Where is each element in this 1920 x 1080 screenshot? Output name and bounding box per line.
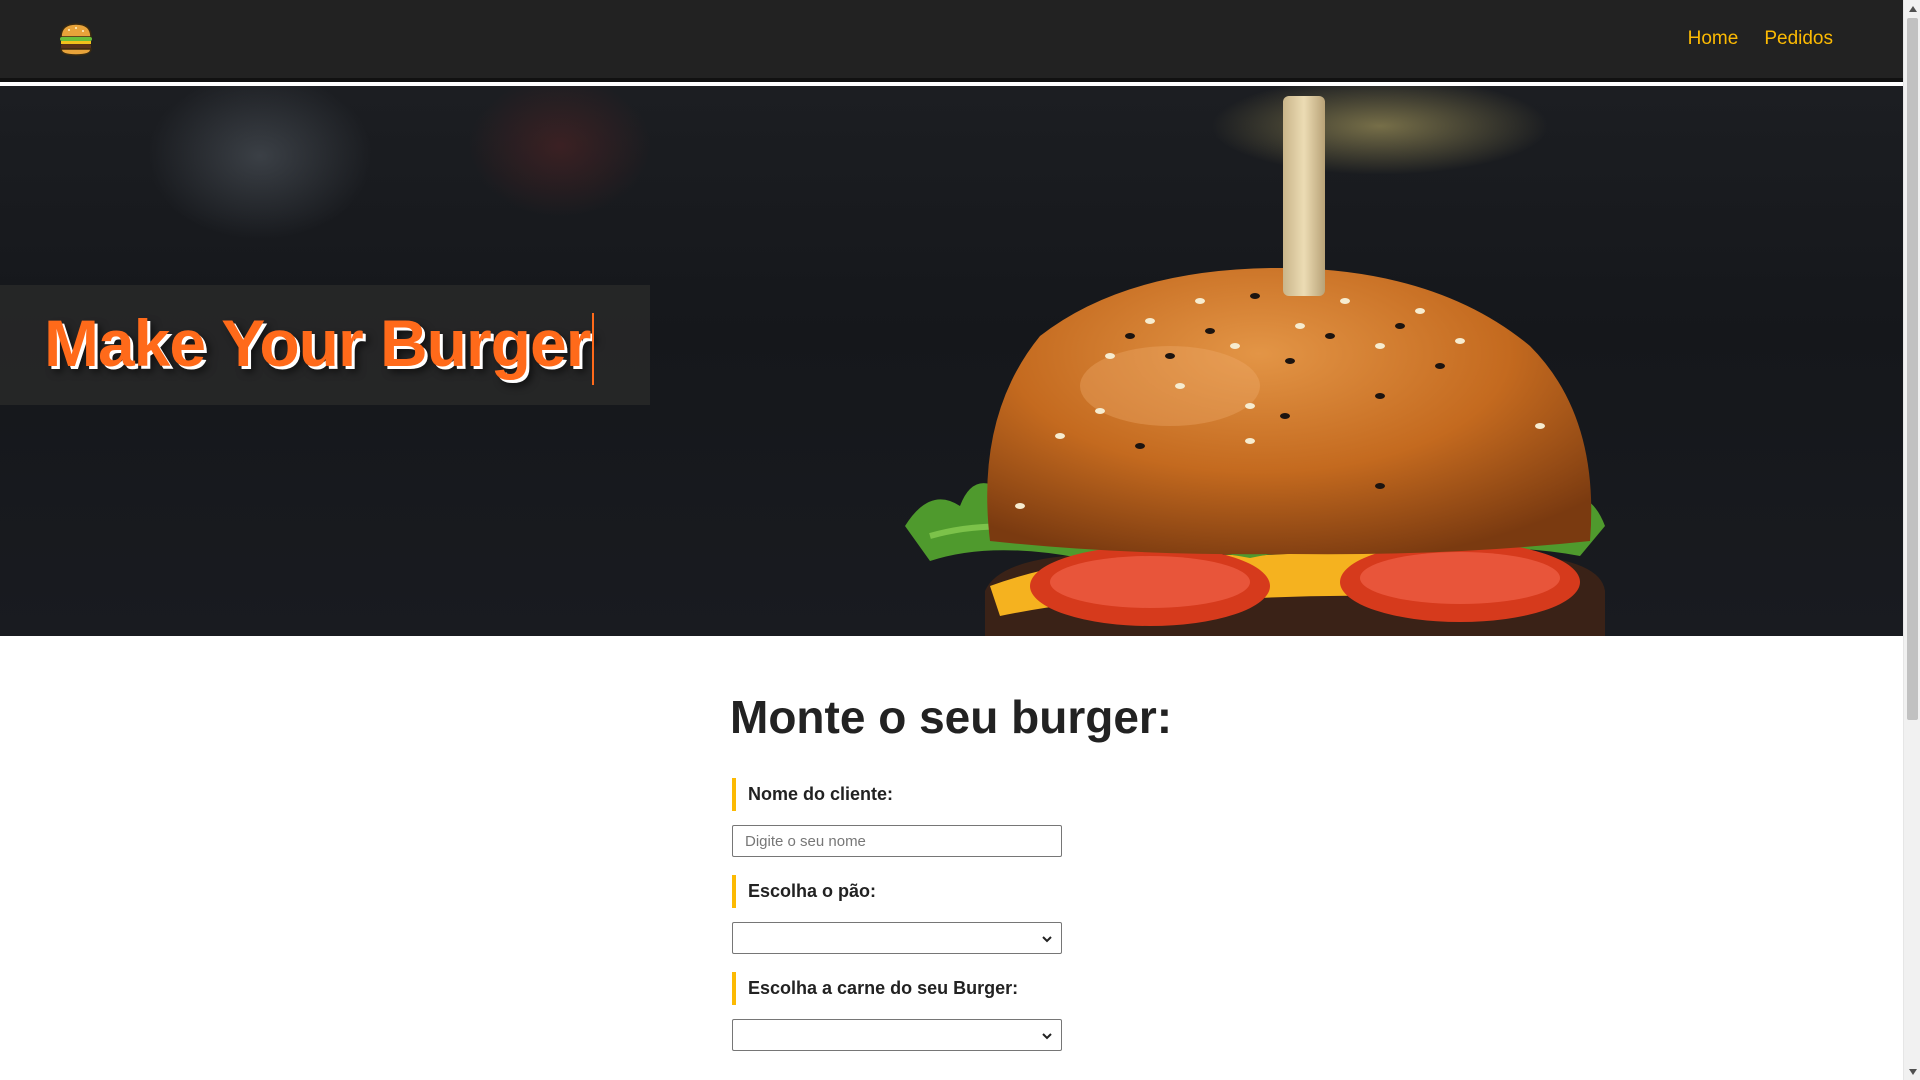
nav-link-pedidos[interactable]: Pedidos [1764, 28, 1833, 50]
chevron-down-icon [1042, 936, 1052, 943]
top-navbar: Home Pedidos [0, 0, 1903, 82]
nome-input[interactable] [732, 825, 1062, 857]
vertical-scrollbar[interactable] [1903, 0, 1920, 1080]
nome-label: Nome do cliente: [732, 778, 1330, 811]
logo-link[interactable] [56, 19, 96, 59]
scrollbar-thumb[interactable] [1907, 18, 1918, 720]
scroll-up-arrow[interactable] [1904, 0, 1920, 17]
text-caret [592, 312, 595, 385]
chevron-down-icon [1042, 1033, 1052, 1040]
burger-form: Nome do cliente: Escolha o pão: Escolha … [730, 778, 1330, 1051]
scroll-down-arrow[interactable] [1904, 1063, 1920, 1080]
nav-links: Home Pedidos [1688, 28, 1833, 50]
pao-select[interactable] [732, 922, 1062, 954]
hero-title-text: Make Your Burger [44, 306, 591, 381]
nav-link-home[interactable]: Home [1688, 28, 1739, 50]
hero-title: Make Your Burger [44, 305, 595, 385]
field-nome: Nome do cliente: [730, 778, 1330, 857]
field-pao: Escolha o pão: [730, 875, 1330, 954]
hero-title-box: Make Your Burger [0, 285, 650, 405]
form-title: Monte o seu burger: [730, 691, 1173, 743]
triangle-down-icon [1908, 1068, 1917, 1075]
carne-label: Escolha a carne do seu Burger: [732, 972, 1330, 1005]
field-carne: Escolha a carne do seu Burger: [730, 972, 1330, 1051]
triangle-up-icon [1908, 5, 1917, 12]
pao-label: Escolha o pão: [732, 875, 1330, 908]
hero-banner: Make Your Burger [0, 86, 1903, 636]
burger-icon [60, 23, 92, 56]
carne-select[interactable] [732, 1019, 1062, 1051]
burger-form-section: Monte o seu burger: Nome do cliente: Esc… [730, 690, 1330, 1069]
